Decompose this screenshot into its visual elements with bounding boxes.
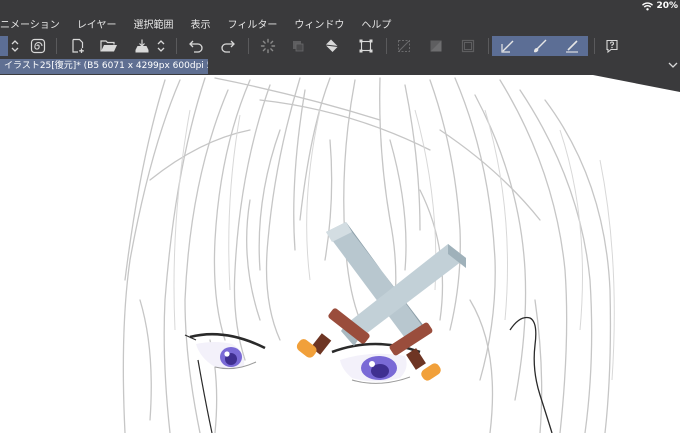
clear-selection-icon <box>398 40 410 52</box>
undo-button[interactable] <box>184 36 208 56</box>
menu-bar: ニメーション レイヤー 選択範囲 表示 フィルター ウィンドウ ヘルプ <box>0 12 680 34</box>
frame-button[interactable] <box>456 36 480 56</box>
updown-icon <box>157 40 165 52</box>
transform-button[interactable] <box>354 36 378 56</box>
toolbar-separator <box>56 38 57 54</box>
fill-icon <box>325 39 339 52</box>
status-right: 20% <box>642 0 678 12</box>
toolbar-left-edge <box>0 36 8 56</box>
clear-selection-button[interactable] <box>392 36 416 56</box>
busy-indicator <box>256 36 280 56</box>
face-outline <box>197 359 213 433</box>
battery-text: 20% <box>656 1 678 11</box>
up-down-button[interactable] <box>8 36 22 56</box>
pen-active-icon <box>501 40 514 53</box>
menu-selection[interactable]: 選択範囲 <box>123 16 180 31</box>
new-canvas-button[interactable] <box>66 36 90 56</box>
spiral-icon <box>30 38 46 54</box>
document-tab[interactable]: イラスト25[復元]* (B5 6071 x 4299px 600dpi 50.… <box>0 59 208 74</box>
help-button[interactable] <box>600 36 624 56</box>
pencil-active-icon <box>566 40 578 53</box>
right-eye <box>331 342 421 384</box>
status-bar: 20% <box>0 0 680 12</box>
drawing-canvas[interactable] <box>0 75 680 433</box>
toolbar-separator <box>488 38 489 54</box>
toolbar-separator <box>594 38 595 54</box>
menu-filter[interactable]: フィルター <box>217 16 284 31</box>
redo-icon <box>221 40 235 53</box>
updown-icon <box>11 40 19 52</box>
cloud-button[interactable] <box>26 36 50 56</box>
transform-icon <box>359 39 373 53</box>
save-button[interactable] <box>130 36 154 56</box>
menu-animation[interactable]: ニメーション <box>0 16 66 31</box>
loading-icon <box>260 38 276 54</box>
help-icon <box>606 39 618 54</box>
toolbar-separator <box>386 38 387 54</box>
pencil-tool-button[interactable] <box>556 36 588 56</box>
brush-tool-button[interactable] <box>524 36 556 56</box>
layer-button[interactable] <box>286 36 310 56</box>
menu-help[interactable]: ヘルプ <box>350 16 397 31</box>
save-options-button[interactable] <box>154 36 168 56</box>
document-tab-bar: イラスト25[復元]* (B5 6071 x 4299px 600dpi 50.… <box>0 58 680 75</box>
menu-window[interactable]: ウィンドウ <box>283 16 350 31</box>
command-bar <box>0 34 680 58</box>
toolbar-separator <box>176 38 177 54</box>
wifi-icon <box>642 1 654 10</box>
fill-selection-icon <box>430 40 442 52</box>
undo-icon <box>189 40 203 53</box>
layer-icon <box>293 41 304 52</box>
menu-layer[interactable]: レイヤー <box>66 16 123 31</box>
redo-button[interactable] <box>216 36 240 56</box>
menu-view[interactable]: 表示 <box>180 16 217 31</box>
brush-active-icon <box>534 39 547 53</box>
illustration <box>122 75 680 433</box>
ear-outline <box>509 316 553 433</box>
fill-selection-button[interactable] <box>424 36 448 56</box>
new-canvas-icon <box>72 38 84 53</box>
toolbar-separator <box>248 38 249 54</box>
open-button[interactable] <box>97 36 121 56</box>
save-icon <box>135 39 149 53</box>
frame-icon <box>461 39 475 53</box>
fill-button[interactable] <box>320 36 344 56</box>
pen-tool-button[interactable] <box>492 36 524 56</box>
chevron-down-icon[interactable] <box>668 61 678 69</box>
open-folder-icon <box>100 40 117 52</box>
